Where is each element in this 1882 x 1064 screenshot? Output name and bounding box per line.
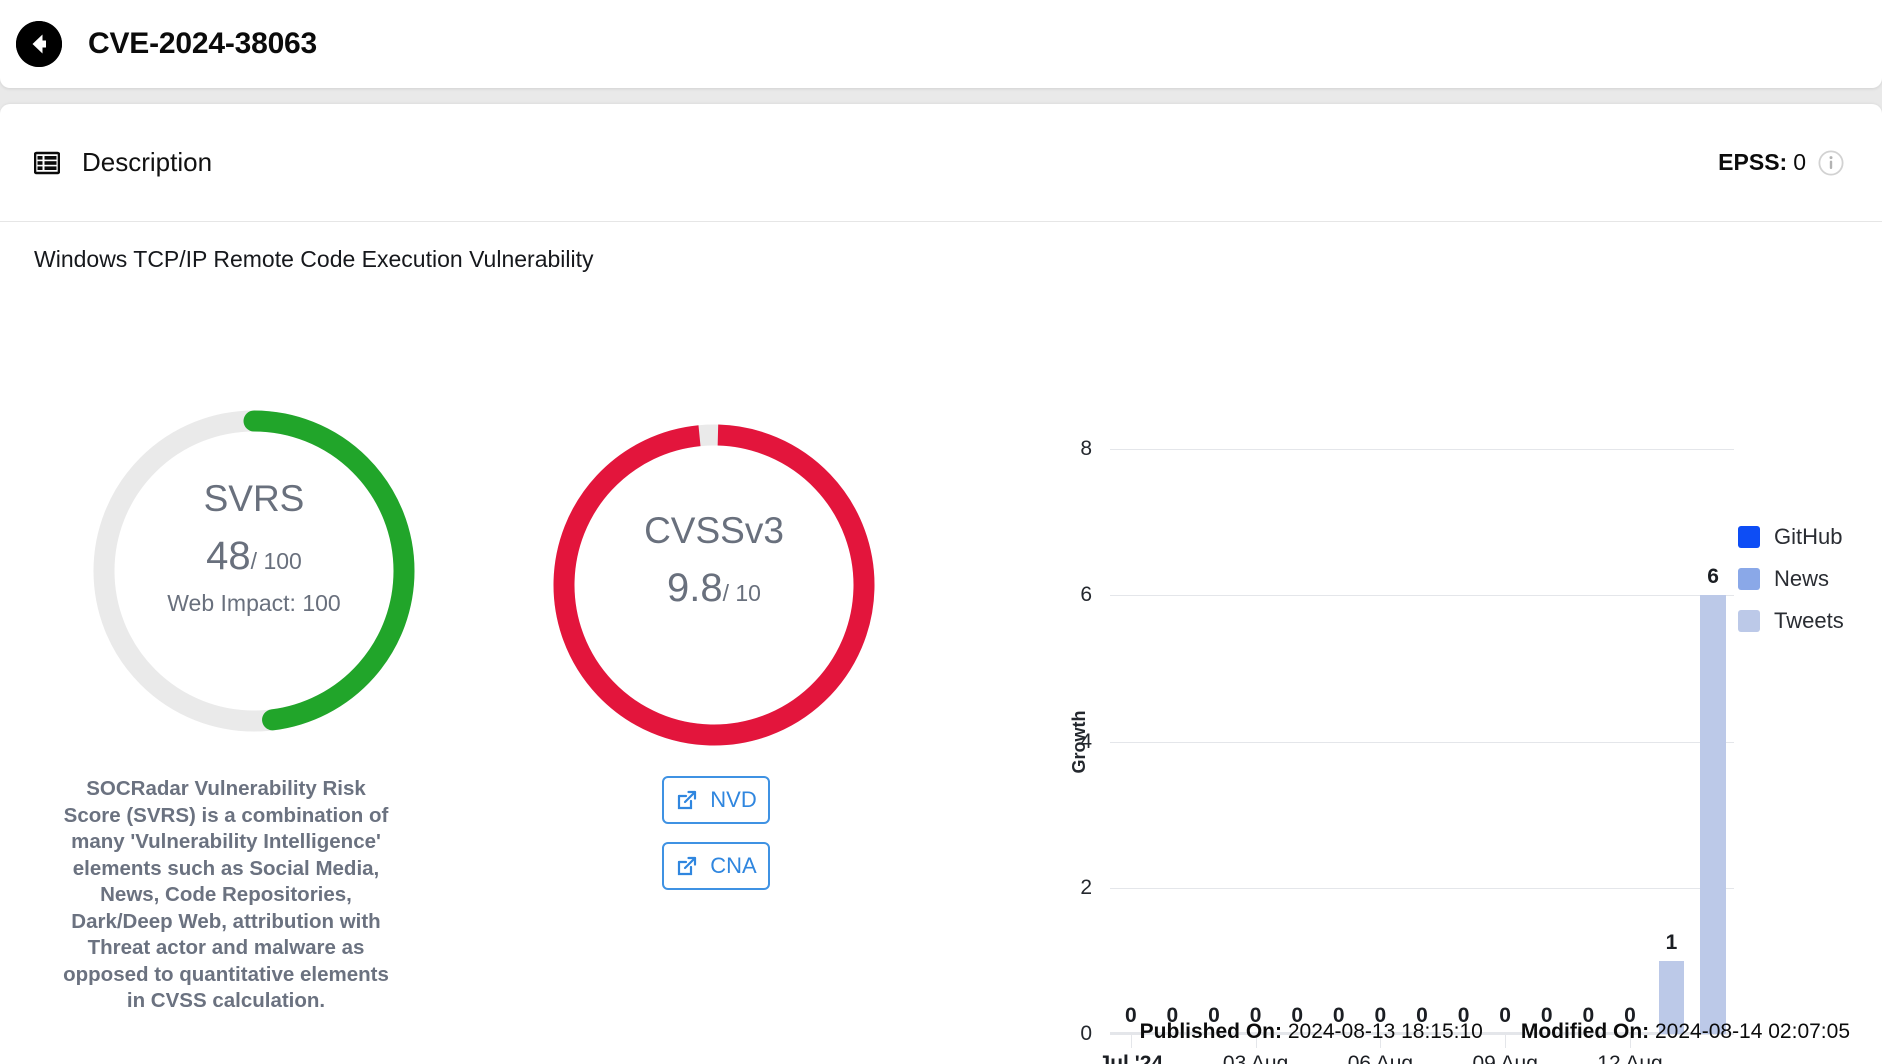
vulnerability-description: Windows TCP/IP Remote Code Execution Vul… <box>34 246 594 272</box>
chart-bar-slot[interactable]: 0 <box>1401 449 1443 1034</box>
chart-y-tick-label: 2 <box>1080 875 1092 899</box>
reference-links: NVD CNA <box>662 776 770 890</box>
svrs-explanation: SOCRadar Vulnerability Risk Score (SVRS)… <box>63 777 389 1012</box>
table-grid-icon <box>34 151 60 175</box>
chart-bar[interactable] <box>1700 595 1726 1034</box>
chart-bar-slot[interactable]: 0 <box>1318 449 1360 1034</box>
chart-bar-slot[interactable]: 0 <box>1568 449 1610 1034</box>
page-title: CVE-2024-38063 <box>88 27 318 60</box>
scores-panel: SVRS 48/ 100 Web Impact: 100 CVSSv3 9.8/… <box>0 300 1000 1020</box>
nvd-link-button[interactable]: NVD <box>662 776 770 824</box>
chart-y-tick-label: 0 <box>1080 1022 1092 1045</box>
external-link-icon <box>675 788 699 812</box>
chart-bar-slot[interactable]: 6 <box>1692 449 1734 1034</box>
arrow-left-circle-icon <box>16 21 62 67</box>
nvd-link-label: NVD <box>710 787 757 812</box>
section-header-left: Description <box>34 147 212 178</box>
chart-bar-slot[interactable]: 0 <box>1609 449 1651 1034</box>
chart-bar-slot[interactable]: 1 <box>1651 449 1693 1034</box>
chart-legend-label: News <box>1774 566 1830 591</box>
chart-y-tick-label: 4 <box>1080 729 1092 753</box>
chart-bar-slot[interactable]: 0 <box>1276 449 1318 1034</box>
chart-legend-label: Tweets <box>1774 608 1844 633</box>
cna-link-button[interactable]: CNA <box>662 842 770 890</box>
cna-link-label: CNA <box>710 853 757 878</box>
modified-on-label: Modified On: <box>1520 1020 1650 1043</box>
published-on-label: Published On: <box>1139 1020 1282 1043</box>
modified-on-value: 2024-08-14 02:07:05 <box>1655 1020 1850 1043</box>
chart-bar-slot[interactable]: 0 <box>1360 449 1402 1034</box>
chart-legend-swatch <box>1738 610 1760 632</box>
chart-x-tick-label: 09 Aug <box>1472 1052 1538 1064</box>
section-title: Description <box>82 147 213 177</box>
svrs-gauge: SVRS 48/ 100 Web Impact: 100 <box>83 400 425 742</box>
chart-bar-slot[interactable]: 0 <box>1152 449 1194 1034</box>
chart-legend-label: GitHub <box>1774 524 1843 549</box>
chart-bar-slot[interactable]: 0 <box>1443 449 1485 1034</box>
chart-bar-value-label: 6 <box>1707 565 1719 589</box>
chart-bar-slot[interactable]: 0 <box>1526 449 1568 1034</box>
info-circle-icon[interactable] <box>1818 149 1844 176</box>
chart-legend-swatch <box>1738 526 1760 548</box>
epss-block: EPSS: 0 <box>1718 149 1844 176</box>
chart-legend-item[interactable]: Tweets <box>1738 600 1844 642</box>
epss-label: EPSS: <box>1718 149 1788 175</box>
chart-plot-area: Growth 86420 000000000000016 Jul '24 03 A… <box>1069 437 1734 1064</box>
page-header: CVE-2024-38063 <box>0 0 1882 88</box>
chart-legend-item[interactable]: GitHub <box>1738 516 1844 558</box>
epss-value: 0 <box>1793 149 1806 175</box>
section-header: Description EPSS: 0 <box>0 104 1882 222</box>
chart-x-tick-label: Jul '24 <box>1098 1052 1164 1064</box>
modified-on: Modified On: 2024-08-14 02:07:05 <box>1521 1020 1850 1044</box>
chart-bar-slot[interactable]: 0 <box>1110 449 1152 1034</box>
chart-y-tick-label: 6 <box>1080 583 1092 607</box>
chart-bar-value-label: 1 <box>1665 930 1678 954</box>
chart-bar-slot[interactable]: 0 <box>1235 449 1277 1034</box>
chart-x-tick-label: 12 Aug <box>1597 1052 1663 1064</box>
chart-x-tick-label: 06 Aug <box>1347 1052 1414 1064</box>
cvss-gauge: CVSSv3 9.8/ 10 <box>543 414 885 756</box>
growth-chart: Growth 86420 000000000000016 Jul '24 03 A… <box>1020 404 1880 1064</box>
chart-legend-item[interactable]: News <box>1738 558 1844 600</box>
external-link-icon <box>675 854 699 878</box>
published-on: Published On: 2024-08-13 18:15:10 <box>1140 1020 1483 1044</box>
description-card: Description EPSS: 0 Windows TCP/IP Remot… <box>0 104 1882 1064</box>
date-info: Published On: 2024-08-13 18:15:10 Modifi… <box>1140 1020 1850 1044</box>
chart-legend: GitHub News Tweets <box>1738 516 1844 642</box>
chart-legend-swatch <box>1738 568 1760 590</box>
chart-x-tick-mark <box>1130 1034 1132 1048</box>
back-button[interactable] <box>16 21 62 67</box>
chart-bar-slot[interactable]: 0 <box>1484 449 1526 1034</box>
chart-bar-slot[interactable]: 0 <box>1193 449 1235 1034</box>
chart-y-tick-label: 8 <box>1080 437 1092 460</box>
published-on-value: 2024-08-13 18:15:10 <box>1287 1020 1483 1043</box>
chart-bars: 000000000000016 <box>1110 449 1734 1034</box>
chart-x-tick-label: 03 Aug <box>1222 1052 1289 1064</box>
